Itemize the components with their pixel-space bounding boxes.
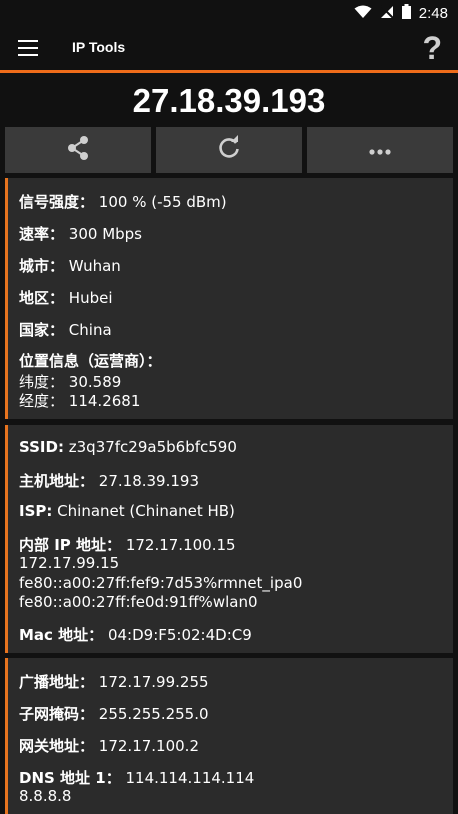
network-card: SSID: z3q37fc29a5b6bfc590 主机地址： 27.18.39… <box>5 425 453 653</box>
broadcast-row: 广播地址： 172.17.99.255 <box>19 673 209 691</box>
help-button[interactable]: ? <box>422 30 442 67</box>
app-bar: IP Tools ? <box>0 26 458 70</box>
isp-row: ISP: Chinanet (Chinanet HB) <box>19 502 235 520</box>
speed-row: 速率： 300 Mbps <box>19 225 142 243</box>
longitude-row: 经度： 114.2681 <box>19 392 141 410</box>
dns-extra-line: 8.8.8.8 <box>19 787 72 805</box>
subnet-card: 广播地址： 172.17.99.255 子网掩码： 255.255.255.0 … <box>5 658 453 814</box>
location-heading: 位置信息（运营商）： <box>19 352 162 370</box>
app-bar-divider <box>0 70 458 73</box>
refresh-icon <box>216 135 242 165</box>
city-row: 城市： Wuhan <box>19 257 121 275</box>
location-card: 信号强度： 100 % (-55 dBm) 速率： 300 Mbps 城市： W… <box>5 178 453 419</box>
country-row: 国家： China <box>19 321 112 339</box>
subnet-mask-row: 子网掩码： 255.255.255.0 <box>19 705 209 723</box>
action-row <box>5 127 453 173</box>
internal-ip-line: 172.17.99.15 <box>19 554 120 572</box>
region-row: 地区： Hubei <box>19 289 113 307</box>
dns-row: DNS 地址 1： 114.114.114.114 <box>19 769 255 787</box>
more-button[interactable] <box>307 127 453 173</box>
status-bar: 2:48 <box>0 0 458 26</box>
signal-row: 信号强度： 100 % (-55 dBm) <box>19 193 227 211</box>
ip-address-headline: 27.18.39.193 <box>132 82 326 119</box>
latitude-row: 纬度： 30.589 <box>19 373 122 391</box>
mac-row: Mac 地址： 04:D9:F5:02:4D:C9 <box>19 626 252 644</box>
more-icon <box>368 141 392 160</box>
refresh-button[interactable] <box>156 127 302 173</box>
battery-icon <box>401 3 411 23</box>
internal-ip-row: 内部 IP 地址： 172.17.100.15 <box>19 536 236 554</box>
share-button[interactable] <box>5 127 151 173</box>
internal-ip-line: fe80::a00:27ff:fe0d:91ff%wlan0 <box>19 593 258 611</box>
hamburger-icon[interactable] <box>18 40 38 56</box>
status-time: 2:48 <box>418 4 448 22</box>
wifi-icon <box>354 4 372 23</box>
app-title: IP Tools <box>72 39 126 55</box>
internal-ip-line: fe80::a00:27ff:fef9:7d53%rmnet_ipa0 <box>19 574 303 592</box>
host-row: 主机地址： 27.18.39.193 <box>19 472 199 490</box>
gateway-row: 网关地址： 172.17.100.2 <box>19 737 199 755</box>
ssid-row: SSID: z3q37fc29a5b6bfc590 <box>19 438 237 456</box>
signal-icon <box>380 4 394 23</box>
share-icon <box>65 135 91 165</box>
